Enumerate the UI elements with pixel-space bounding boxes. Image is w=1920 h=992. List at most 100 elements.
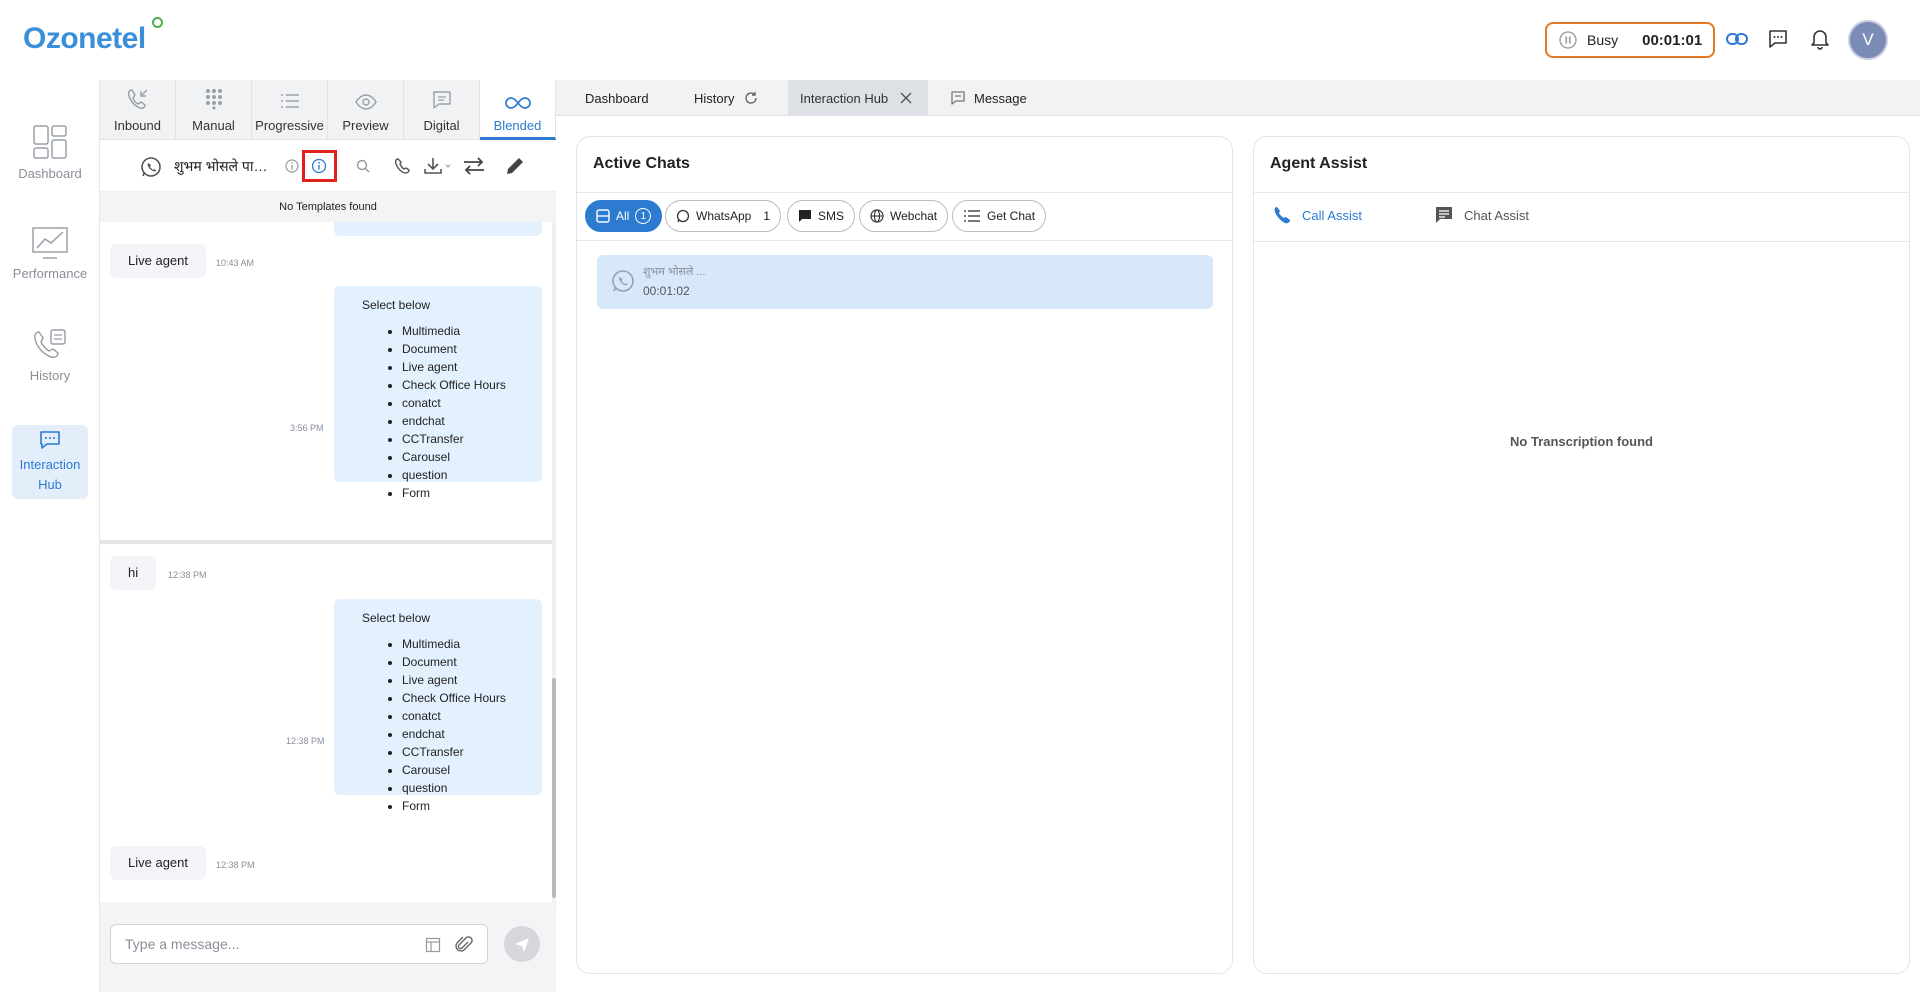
message-time: 12:38 PM bbox=[168, 570, 207, 580]
tab-interaction-hub[interactable]: Interaction Hub bbox=[788, 80, 928, 116]
option-item: question bbox=[402, 466, 522, 484]
tab-chat-assist[interactable]: Chat Assist bbox=[1434, 205, 1529, 225]
chip-label: WhatsApp bbox=[696, 209, 752, 223]
option-list: Multimedia Document Live agent Check Off… bbox=[362, 322, 522, 502]
transfer-icon[interactable] bbox=[462, 156, 486, 176]
option-item: conatct bbox=[402, 707, 522, 725]
send-icon bbox=[515, 938, 529, 952]
nav-item-interaction-hub[interactable]: Interaction Hub bbox=[12, 425, 88, 499]
option-item: endchat bbox=[402, 412, 522, 430]
filter-sms[interactable]: SMS bbox=[787, 200, 856, 232]
message-composer: Type a message... bbox=[100, 910, 556, 992]
chat-icon[interactable] bbox=[1765, 26, 1791, 52]
agent-assist-title: Agent Assist bbox=[1270, 155, 1368, 172]
refresh-icon[interactable] bbox=[744, 91, 758, 105]
option-item: endchat bbox=[402, 725, 522, 743]
no-transcription-message: No Transcription found bbox=[1510, 434, 1653, 449]
message-heading: Select below bbox=[362, 298, 431, 312]
tab-manual[interactable]: Manual bbox=[176, 80, 252, 140]
edit-pencil-icon[interactable] bbox=[503, 156, 527, 176]
top-bar: Ozonetel Busy 00:01:01 V bbox=[0, 0, 1920, 80]
tab-progressive[interactable]: Progressive bbox=[252, 80, 328, 140]
message-bubble-outgoing: Select below Multimedia Document Live ag… bbox=[334, 599, 542, 813]
option-item: Carousel bbox=[402, 761, 522, 779]
conversation-divider bbox=[100, 540, 552, 544]
option-item: Multimedia bbox=[402, 635, 522, 653]
tab-blended[interactable]: Blended bbox=[480, 80, 556, 140]
whatsapp-icon bbox=[612, 270, 634, 292]
message-input[interactable]: Type a message... bbox=[110, 924, 488, 964]
divider bbox=[577, 192, 1232, 193]
close-icon[interactable] bbox=[900, 92, 912, 104]
chip-label: Get Chat bbox=[987, 209, 1036, 223]
divider bbox=[1254, 192, 1909, 193]
nav-item-history[interactable]: History bbox=[12, 328, 88, 386]
no-templates-notice: No Templates found bbox=[100, 192, 556, 222]
whatsapp-icon bbox=[676, 209, 690, 223]
chat-header: शुभम भोसले पाटील bbox=[100, 140, 556, 192]
chat-panel: Inbound Manual Progressive Preview Digit… bbox=[100, 80, 556, 992]
send-button[interactable] bbox=[504, 926, 540, 962]
tab-inbound[interactable]: Inbound bbox=[100, 80, 176, 140]
tab-digital[interactable]: Digital bbox=[404, 80, 480, 140]
info-icon[interactable] bbox=[282, 156, 302, 176]
active-chat-item[interactable]: शुभम भोसले ... 00:01:02 bbox=[597, 255, 1213, 309]
message-bubble-outgoing: Select below Multimedia Document Live ag… bbox=[334, 286, 542, 500]
option-item: Check Office Hours bbox=[402, 689, 522, 707]
template-icon[interactable] bbox=[425, 937, 441, 953]
infinity-icon bbox=[504, 97, 531, 109]
status-label: Busy bbox=[1587, 32, 1619, 48]
chip-count: 1 bbox=[635, 208, 652, 224]
tab-label: Preview bbox=[342, 118, 389, 133]
nav-item-performance[interactable]: Performance bbox=[12, 226, 88, 284]
tab-label: Progressive bbox=[255, 118, 324, 133]
option-item: Form bbox=[402, 797, 522, 815]
performance-icon bbox=[32, 227, 68, 259]
chip-label: All bbox=[616, 209, 630, 223]
contact-name: शुभम भोसले पाटील bbox=[174, 158, 270, 174]
tab-label: Chat Assist bbox=[1464, 207, 1530, 223]
filter-whatsapp[interactable]: WhatsApp 1 bbox=[665, 200, 782, 232]
message-icon bbox=[951, 91, 965, 105]
nav-label: Interaction Hub bbox=[19, 457, 81, 492]
agent-status-toggle[interactable]: Busy 00:01:01 bbox=[1545, 22, 1715, 58]
attachment-icon[interactable] bbox=[455, 936, 473, 954]
filter-webchat[interactable]: Webchat bbox=[859, 200, 949, 232]
list-icon bbox=[964, 210, 980, 222]
bell-icon[interactable] bbox=[1807, 26, 1833, 52]
option-item: Multimedia bbox=[402, 322, 522, 340]
agent-assist-card: Agent Assist Call Assist Chat Assist No … bbox=[1253, 136, 1910, 974]
scrollbar-thumb[interactable] bbox=[552, 678, 556, 898]
tab-message[interactable]: Message bbox=[938, 80, 1039, 116]
chat-duration: 00:01:02 bbox=[643, 284, 690, 298]
chip-label: Webchat bbox=[890, 209, 938, 223]
phone-icon bbox=[1274, 207, 1290, 224]
chat-contact-name: शुभम भोसले ... bbox=[643, 266, 706, 278]
tab-history[interactable]: History bbox=[682, 80, 770, 116]
tab-label: Digital bbox=[423, 118, 460, 133]
tab-label: History bbox=[694, 90, 735, 106]
option-item: Live agent bbox=[402, 671, 522, 689]
message-bubble-incoming: Live agent bbox=[110, 846, 206, 880]
nav-label: Performance bbox=[12, 266, 88, 281]
tab-label: Message bbox=[974, 90, 1027, 106]
status-timer: 00:01:01 bbox=[1642, 31, 1703, 49]
message-time: 10:43 AM bbox=[216, 258, 255, 268]
left-navigation: Dashboard Performance History Interactio… bbox=[0, 80, 100, 992]
phone-icon[interactable] bbox=[392, 156, 412, 176]
tab-call-assist[interactable]: Call Assist bbox=[1272, 205, 1362, 225]
tab-dashboard[interactable]: Dashboard bbox=[573, 80, 661, 116]
nav-label: History bbox=[29, 368, 71, 383]
nav-label: Dashboard bbox=[18, 166, 82, 181]
tab-preview[interactable]: Preview bbox=[328, 80, 404, 140]
tab-label: Inbound bbox=[114, 118, 161, 133]
dialpad-icon bbox=[205, 89, 222, 110]
user-avatar[interactable]: V bbox=[1848, 20, 1888, 60]
filter-get-chat[interactable]: Get Chat bbox=[952, 200, 1047, 232]
dial-mode-tabs: Inbound Manual Progressive Preview Digit… bbox=[100, 80, 556, 140]
search-icon[interactable] bbox=[353, 156, 373, 176]
download-icon[interactable] bbox=[422, 156, 454, 176]
link-icon[interactable] bbox=[1724, 26, 1750, 52]
nav-item-dashboard[interactable]: Dashboard bbox=[12, 124, 88, 184]
filter-all[interactable]: All 1 bbox=[585, 200, 663, 232]
